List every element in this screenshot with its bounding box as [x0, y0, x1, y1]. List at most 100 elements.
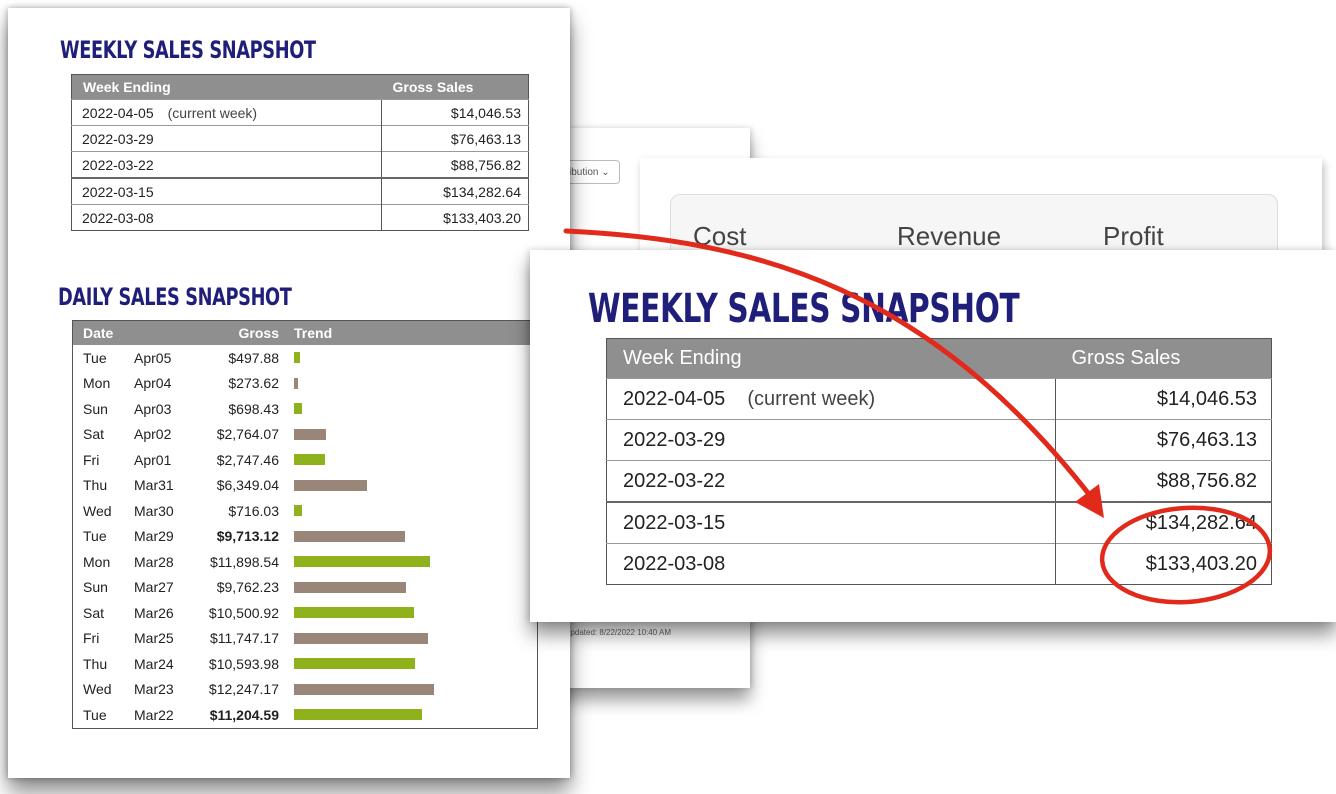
trend-cell	[279, 626, 538, 652]
last-updated-text: updated: 8/22/2022 10:40 AM	[566, 628, 671, 637]
day-cell: Mon	[83, 553, 111, 570]
date-cell: Mar28	[134, 553, 174, 570]
day-cell: Thu	[83, 477, 108, 494]
gross-cell: $273.62	[228, 375, 279, 392]
distribution-dropdown-label: ibution	[569, 167, 599, 178]
gross-sales-cell: $133,403.20	[1055, 543, 1272, 585]
trend-cell	[279, 498, 538, 524]
gross-sales-cell: $134,282.64	[1055, 501, 1272, 544]
gross-sales-cell: $134,282.64	[381, 177, 529, 205]
date-cell: Apr01	[134, 451, 172, 468]
kpi-revenue-label: Revenue	[897, 221, 1002, 251]
table-row: 2022-03-29 $76,463.13	[606, 419, 1272, 461]
gross-cell: $9,713.12	[216, 528, 279, 545]
gross-sales-cell: $76,463.13	[1055, 419, 1272, 461]
day-cell: Sun	[83, 579, 108, 596]
trend-bar	[294, 683, 434, 695]
day-cell: Tue	[83, 706, 107, 723]
trend-cell	[279, 473, 538, 499]
table-row: 2022-03-08 $133,403.20	[606, 543, 1272, 585]
trend-cell	[279, 677, 538, 703]
day-cell: Tue	[83, 349, 107, 366]
week-ending-cell: 2022-04-05 (current week)	[71, 99, 382, 126]
table-header-row: Week Ending Gross Sales	[71, 74, 529, 100]
gross-cell: $11,898.54	[209, 553, 279, 570]
gross-cell: $12,247.17	[208, 681, 279, 698]
table-header-row: Date Gross Trend	[72, 320, 538, 345]
gross-sales-cell: $14,046.53	[1055, 378, 1272, 420]
date-cell: Apr05	[134, 349, 172, 366]
trend-bar	[294, 607, 414, 619]
week-ending-cell: 2022-03-08	[71, 204, 382, 231]
daily-row: Tue Mar22 $11,204.59	[73, 702, 538, 728]
gross-cell: $716.03	[228, 502, 279, 519]
date-cell: Mar24	[134, 655, 174, 672]
week-ending-cell: 2022-03-22	[606, 460, 1056, 502]
day-cell: Tue	[83, 528, 107, 545]
daily-row: Tue Mar29 $9,713.12	[73, 524, 538, 550]
day-cell: Fri	[83, 451, 100, 468]
date-cell: Mar25	[134, 630, 174, 647]
gross-sales-header: Gross Sales	[1055, 338, 1272, 379]
gross-sales-cell: $88,756.82	[381, 151, 529, 178]
date-cell: Apr02	[134, 426, 172, 443]
day-cell: Wed	[83, 681, 112, 698]
trend-cell	[279, 702, 538, 728]
gross-cell: $2,764.07	[216, 426, 279, 443]
trend-cell	[279, 422, 538, 448]
gross-cell: $10,500.92	[208, 604, 279, 621]
daily-row: Tue Apr05 $497.88	[73, 345, 538, 371]
week-ending-header: Week Ending	[606, 338, 1056, 379]
trend-cell	[279, 345, 538, 371]
gross-sales-cell: $14,046.53	[381, 99, 529, 126]
day-cell: Mon	[83, 375, 111, 392]
kpi-profit-label: Profit	[1103, 221, 1164, 251]
trend-bar	[294, 428, 326, 440]
date-cell: Mar27	[134, 579, 174, 596]
gross-cell: $2,747.46	[216, 451, 279, 468]
day-cell: Sat	[83, 604, 105, 621]
kpi-cost-label: Cost	[693, 221, 747, 251]
trend-bar	[294, 709, 422, 721]
daily-sales-rows: Tue Apr05 $497.88 Mon Apr04 $273.62 Sun Apr03 $6…	[73, 345, 538, 728]
date-cell: Mar31	[134, 477, 174, 494]
trend-bar	[294, 454, 325, 466]
table-row: 2022-03-22 $88,756.82	[71, 151, 529, 178]
date-cell: Mar22	[134, 706, 174, 723]
daily-row: Mon Mar28 $11,898.54	[73, 549, 538, 575]
daily-row: Sat Mar26 $10,500.92	[73, 600, 538, 626]
daily-row: Mon Apr04 $273.62	[73, 371, 538, 397]
daily-sales-table: Date Gross Trend Tue Apr05 $497.88 Mon Apr04…	[72, 320, 538, 729]
date-header: Date	[72, 320, 134, 345]
gross-header: Gross	[189, 320, 279, 345]
trend-bar	[294, 581, 406, 593]
distribution-dropdown[interactable]: ibution ⌄	[564, 160, 620, 184]
trend-cell	[279, 651, 538, 677]
daily-sales-title: DAILY SALES SNAPSHOT	[58, 283, 292, 311]
date-cell: Apr03	[134, 400, 172, 417]
daily-row: Fri Mar25 $11,747.17	[73, 626, 538, 652]
gross-cell: $497.88	[228, 349, 279, 366]
daily-row: Sun Mar27 $9,762.23	[73, 575, 538, 601]
trend-cell	[279, 524, 538, 550]
trend-bar	[294, 658, 415, 670]
date-cell: Apr04	[134, 375, 172, 392]
gross-cell: $9,762.23	[216, 579, 279, 596]
gross-cell: $10,593.98	[208, 655, 279, 672]
day-cell: Sun	[83, 400, 108, 417]
trend-bar	[294, 479, 367, 491]
weekly-sales-table: Week Ending Gross Sales 2022-04-05 (curre…	[71, 74, 529, 231]
daily-row: Fri Apr01 $2,747.46	[73, 447, 538, 473]
gross-cell: $11,204.59	[209, 706, 279, 723]
sales-report-card: WEEKLY SALES SNAPSHOT Week Ending Gross …	[8, 8, 570, 778]
table-row: 2022-03-22 $88,756.82	[606, 460, 1272, 502]
date-cell: Mar30	[134, 502, 174, 519]
week-date: 2022-04-05	[623, 387, 726, 410]
gross-sales-cell: $76,463.13	[381, 125, 529, 152]
trend-cell	[279, 396, 538, 422]
week-ending-cell: 2022-03-08	[606, 543, 1056, 585]
gross-sales-header: Gross Sales	[381, 74, 529, 100]
chevron-down-icon: ⌄	[601, 167, 610, 178]
zoomed-weekly-title: WEEKLY SALES SNAPSHOT	[588, 286, 1020, 332]
trend-bar	[294, 530, 405, 542]
